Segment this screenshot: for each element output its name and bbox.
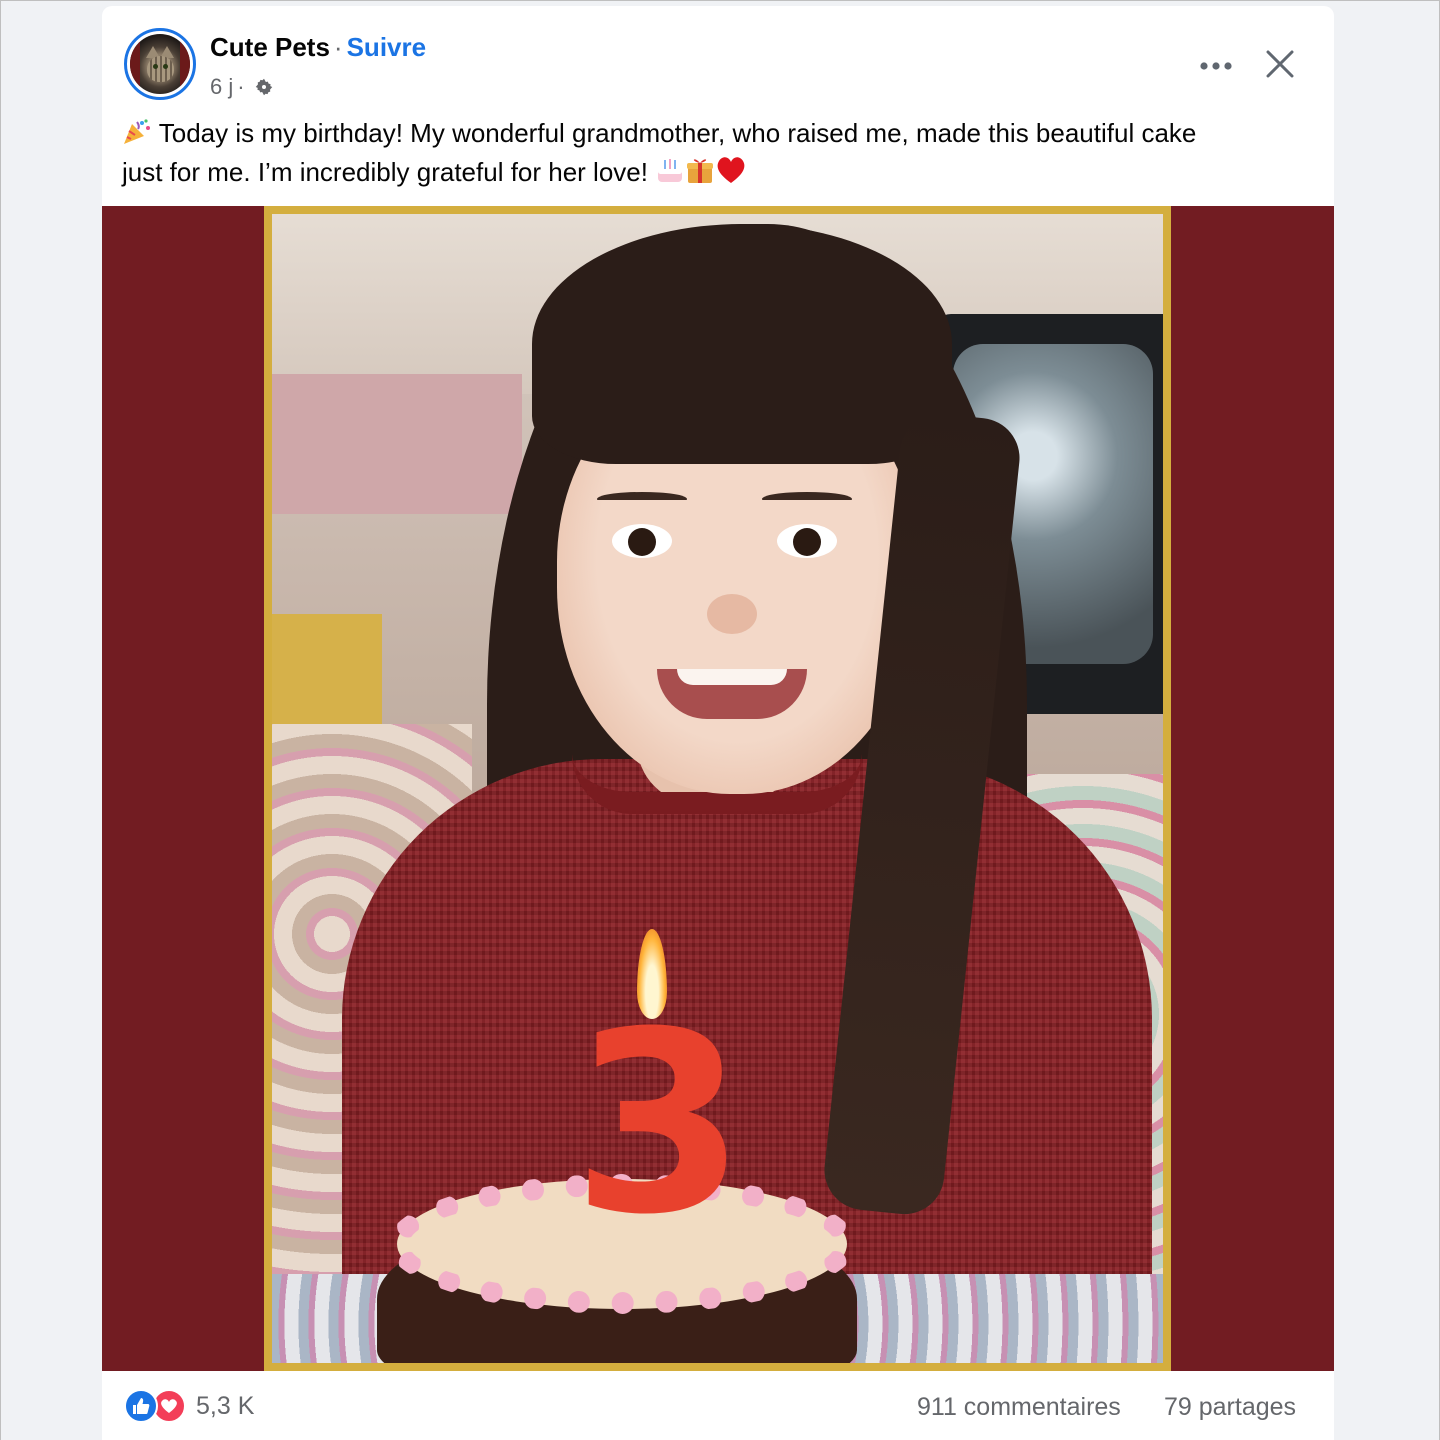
post-time[interactable]: 6 j [210,74,233,100]
cat-avatar-image [130,34,190,94]
post-text-line-2: just for me. I’m incredibly grateful for… [122,157,656,187]
post-card: Cute Pets · Suivre 6 j · Today is my birth… [102,6,1334,1440]
close-button[interactable] [1258,42,1302,86]
gift-icon [685,155,715,194]
author-name[interactable]: Cute Pets [210,32,330,62]
author-separator: · [333,32,343,62]
post-photo[interactable]: 3 [102,206,1334,1371]
meta-separator: · [237,74,245,99]
post-text-line-1: Today is my birthday! My wonderful grand… [152,118,1197,148]
birthday-cake-icon [655,155,685,194]
more-options-button[interactable] [1194,44,1238,88]
reactions-summary[interactable]: 5,3 K [124,1389,254,1423]
red-heart-icon [715,155,747,194]
post-meta: 6 j · [210,74,275,100]
number-candle: 3 [572,978,746,1269]
gear-icon[interactable] [253,76,275,98]
more-options-icon [1200,62,1232,70]
party-popper-icon [122,118,152,155]
follow-button[interactable]: Suivre [347,32,427,62]
comments-count-link[interactable]: 911 commentaires [917,1393,1121,1422]
photo-frame: 3 [264,206,1171,1371]
author-line: Cute Pets · Suivre [210,32,426,63]
close-icon [1266,50,1294,78]
author-avatar[interactable] [124,28,196,100]
shares-count-link[interactable]: 79 partages [1164,1393,1296,1422]
birthday-girl-photo: 3 [272,214,1163,1363]
reaction-count: 5,3 K [196,1391,255,1420]
like-icon [124,1389,158,1423]
post-text: Today is my birthday! My wonderful grand… [122,116,1312,194]
post-stats-bar: 5,3 K 911 commentaires 79 partages [102,1371,1334,1440]
